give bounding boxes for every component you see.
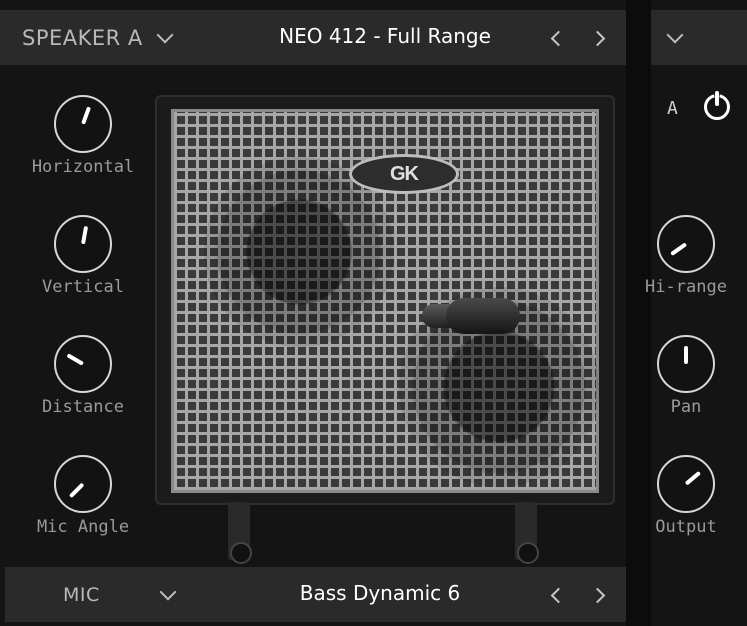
right-dropdown[interactable]	[651, 10, 747, 65]
knob-label: Hi-range	[645, 277, 727, 297]
knob-label: Distance	[42, 397, 124, 417]
mic-prev-icon[interactable]	[550, 587, 567, 604]
mic-selector[interactable]: MIC	[63, 567, 177, 622]
speaker-cabinet: GK	[155, 95, 615, 505]
speaker-next-icon[interactable]	[589, 30, 606, 47]
power-line	[715, 91, 719, 106]
knob-dial[interactable]	[54, 95, 112, 153]
knob-label: Horizontal	[31, 157, 135, 177]
knob-indicator	[684, 346, 688, 364]
chevron-down-icon	[156, 26, 174, 43]
knob-dial[interactable]	[54, 335, 112, 393]
knob-hi-range[interactable]: Hi-range	[631, 215, 741, 297]
mic-preset-name[interactable]: Bass Dynamic 6	[265, 581, 495, 605]
knob-label: Vertical	[42, 277, 124, 297]
cabinet-grille: GK	[171, 109, 599, 493]
speaker-preset-name[interactable]: NEO 412 - Full Range	[240, 24, 530, 48]
knob-dial[interactable]	[657, 215, 715, 273]
speaker-bar: SPEAKER A NEO 412 - Full Range	[0, 10, 626, 65]
knob-pan[interactable]: Pan	[631, 335, 741, 417]
knob-indicator	[684, 470, 702, 486]
knob-indicator	[81, 106, 92, 125]
chevron-down-icon	[159, 583, 177, 600]
chevron-down-icon	[666, 26, 684, 43]
knob-label: Output	[655, 517, 717, 537]
knob-indicator	[68, 482, 85, 499]
knob-output[interactable]: Output	[631, 455, 741, 537]
mic-bar: MIC Bass Dynamic 6	[5, 567, 626, 622]
cabinet-foot-left	[228, 502, 252, 564]
speaker-prev-icon[interactable]	[550, 30, 567, 47]
knob-dial[interactable]	[657, 455, 715, 513]
microphone-body	[446, 298, 520, 334]
speaker-mic-panel: SPEAKER A NEO 412 - Full Range Horizonta…	[0, 0, 747, 626]
knob-dial[interactable]	[54, 215, 112, 273]
caster-wheel	[230, 542, 252, 564]
gk-logo: GK	[349, 154, 459, 194]
speaker-selector-label: SPEAKER A	[22, 25, 143, 50]
power-icon[interactable]	[704, 91, 734, 124]
mic-selector-label: MIC	[63, 583, 100, 606]
speaker-selector[interactable]: SPEAKER A	[22, 10, 174, 65]
knob-label: Pan	[670, 397, 702, 417]
knob-label: Mic Angle	[36, 517, 130, 537]
knob-dial[interactable]	[54, 455, 112, 513]
knob-indicator	[81, 225, 89, 245]
knob-indicator	[66, 353, 84, 366]
mic-next-icon[interactable]	[589, 587, 606, 604]
microphone[interactable]	[422, 294, 522, 338]
channel-label: A	[667, 98, 678, 119]
knob-indicator	[670, 242, 688, 256]
knob-horizontal[interactable]: Horizontal	[28, 95, 138, 177]
caster-wheel	[517, 542, 539, 564]
knob-distance[interactable]: Distance	[28, 335, 138, 417]
knob-dial[interactable]	[657, 335, 715, 393]
knob-mic-angle[interactable]: Mic Angle	[28, 455, 138, 537]
knob-vertical[interactable]: Vertical	[28, 215, 138, 297]
cabinet-foot-right	[515, 502, 539, 564]
